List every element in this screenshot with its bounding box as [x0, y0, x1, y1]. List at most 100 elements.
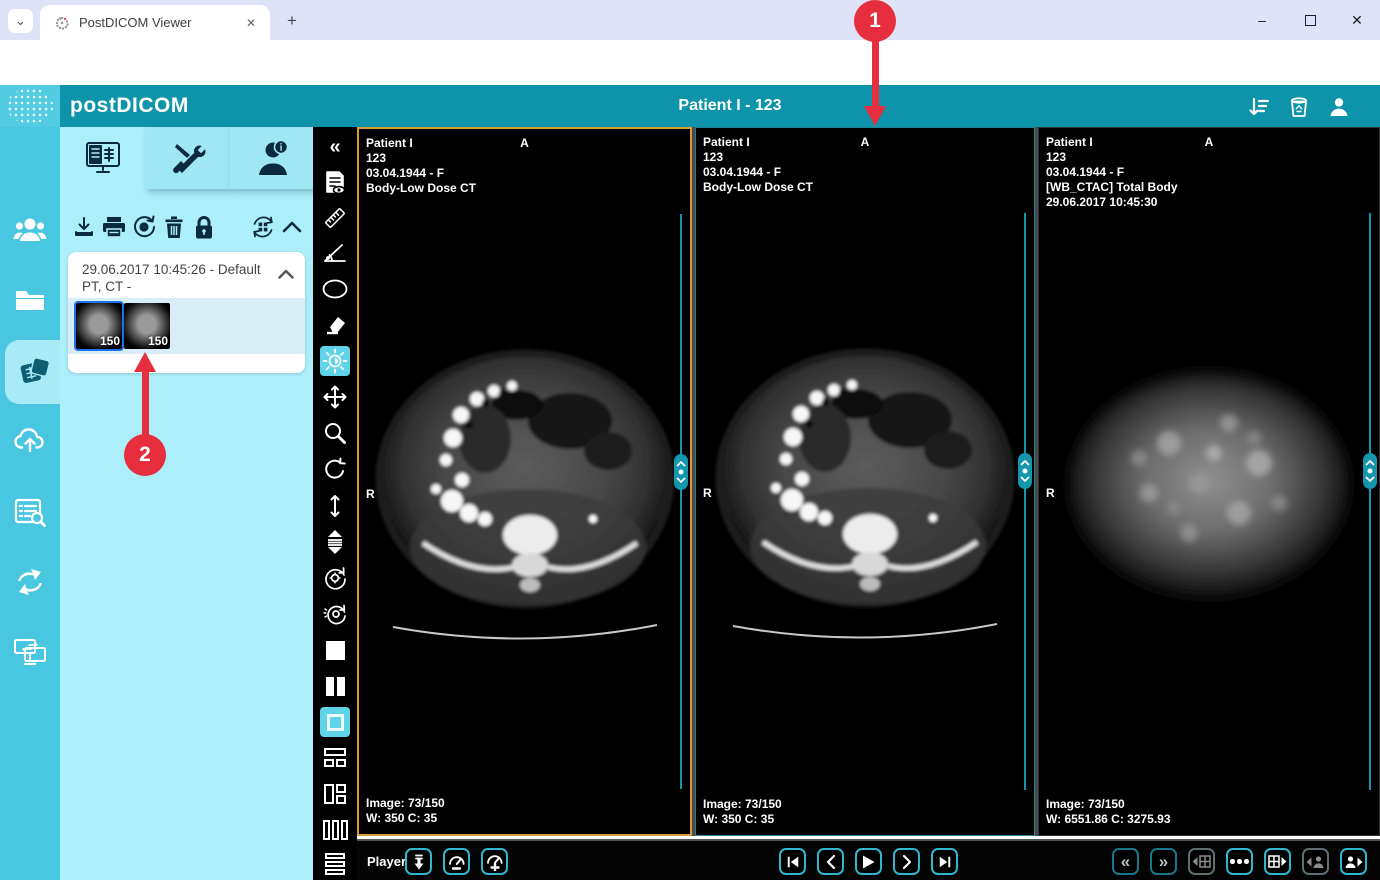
patients-icon	[13, 215, 47, 245]
nav-folders[interactable]	[0, 268, 60, 332]
layout-rows-icon	[325, 861, 345, 867]
svg-text:i: i	[279, 143, 282, 154]
brightness-icon	[322, 348, 348, 374]
thumbnail-image-count: 150	[148, 334, 168, 348]
zoom-tool-button[interactable]	[320, 418, 350, 448]
layout-1x1-button[interactable]	[320, 635, 350, 665]
fast-next-button[interactable]: »	[1150, 848, 1177, 875]
speed-decrease-button[interactable]	[443, 848, 470, 875]
layout-3cols-button[interactable]	[320, 815, 350, 845]
annotation-arrow-2-shaft	[142, 370, 149, 436]
reset-view-button[interactable]	[320, 563, 350, 593]
more-options-button[interactable]	[1226, 848, 1253, 875]
image-scrollbar-track[interactable]	[1369, 213, 1371, 790]
speed-minus-icon	[447, 853, 466, 871]
folder-icon	[14, 286, 46, 314]
layout-current-button-active[interactable]	[320, 707, 350, 737]
annotation-arrow-2-head	[134, 352, 156, 372]
reset-all-button[interactable]	[320, 599, 350, 629]
chevron-up-icon	[278, 269, 294, 279]
patient-birth-sex: 03.04.1944 - F	[703, 165, 813, 180]
nav-share[interactable]	[0, 550, 60, 614]
person-right-icon	[1344, 854, 1363, 870]
tab-study-images[interactable]	[60, 127, 145, 189]
annotation-arrow-1-shaft	[872, 40, 879, 108]
next-image-button[interactable]	[893, 848, 920, 875]
layout-1x2-button[interactable]	[320, 671, 350, 701]
nav-remote-view[interactable]	[0, 620, 60, 684]
ellipse-tool-button[interactable]	[320, 274, 350, 304]
image-scrollbar-track[interactable]	[1024, 213, 1026, 790]
series-title-line2: PT, CT -	[82, 278, 272, 295]
layout-2rows-button[interactable]	[320, 743, 350, 773]
pan-tool-button[interactable]	[320, 382, 350, 412]
image-scrollbar-handle[interactable]	[1018, 453, 1032, 489]
window-close-button[interactable]: ✕	[1342, 8, 1372, 32]
patient-id: 123	[1046, 150, 1178, 165]
tab-patient-info[interactable]: i	[230, 127, 315, 189]
layout-left-tall-icon	[324, 784, 334, 804]
trash-icon[interactable]	[1286, 94, 1312, 120]
image-scrollbar-handle[interactable]	[1363, 453, 1377, 489]
ellipsis-icon	[1244, 859, 1249, 864]
tab-search-chevron-button[interactable]: ⌄	[8, 9, 33, 33]
ct-axial-image	[705, 328, 1025, 658]
nav-images-active[interactable]	[5, 340, 60, 404]
play-button[interactable]	[855, 848, 882, 875]
download-button[interactable]	[70, 213, 98, 241]
tab-tools[interactable]	[145, 127, 230, 189]
collapse-toolbar-button[interactable]: «	[320, 132, 350, 162]
delete-button[interactable]	[160, 213, 188, 241]
sort-stack-button[interactable]	[320, 527, 350, 557]
speed-increase-button[interactable]	[481, 848, 508, 875]
rotate-tool-button[interactable]	[320, 454, 350, 484]
nav-upload[interactable]	[0, 408, 60, 472]
player-direction-button[interactable]	[405, 848, 432, 875]
nav-patients[interactable]	[0, 198, 60, 262]
patient-birth-sex: 03.04.1944 - F	[1046, 165, 1178, 180]
last-image-button[interactable]	[931, 848, 958, 875]
series-group-title: 29.06.2017 10:45:26 - Default PT, CT -	[82, 261, 272, 295]
reset-layout-button[interactable]	[249, 213, 277, 241]
double-chevron-left-icon: «	[1121, 853, 1130, 870]
previous-image-button[interactable]	[817, 848, 844, 875]
screen-share-icon	[13, 637, 47, 667]
next-patient-button[interactable]	[1340, 848, 1367, 875]
layout-rows-button[interactable]	[320, 849, 350, 879]
window-level: W: 6551.86 C: 3275.93	[1046, 812, 1171, 827]
browser-tab[interactable]: PostDICOM Viewer ✕	[40, 5, 270, 40]
report-view-button[interactable]	[320, 168, 350, 198]
eraser-tool-button[interactable]	[320, 310, 350, 340]
fast-previous-button[interactable]: «	[1112, 848, 1139, 875]
ct-axial-image	[365, 329, 685, 659]
nav-worklist[interactable]	[0, 480, 60, 544]
window-minimize-button[interactable]: –	[1247, 8, 1277, 32]
next-layout-button[interactable]	[1264, 848, 1291, 875]
window-level-button-active[interactable]	[320, 346, 350, 376]
account-icon[interactable]	[1326, 94, 1352, 120]
collapse-actions-button[interactable]	[278, 213, 306, 241]
print-button[interactable]	[100, 213, 128, 241]
ruler-tool-button[interactable]	[320, 203, 350, 233]
burn-cd-button[interactable]	[130, 213, 158, 241]
first-image-button[interactable]	[779, 848, 806, 875]
viewport-2[interactable]: Patient I 123 03.04.1944 - F Body-Low Do…	[695, 127, 1035, 836]
scroll-tool-button[interactable]	[320, 491, 350, 521]
series-group-card[interactable]: 29.06.2017 10:45:26 - Default PT, CT - 1…	[68, 252, 305, 373]
skip-first-icon	[784, 854, 802, 870]
series-collapse-button[interactable]	[276, 264, 296, 284]
series-thumbnail-1[interactable]: 150	[76, 303, 122, 349]
viewport-3[interactable]: Patient I 123 03.04.1944 - F [WB_CTAC] T…	[1038, 127, 1380, 836]
layout-left-tall-button[interactable]	[320, 779, 350, 809]
image-scrollbar-track[interactable]	[680, 214, 682, 789]
window-maximize-button[interactable]	[1295, 8, 1325, 32]
protect-button[interactable]	[190, 213, 218, 241]
angle-tool-button[interactable]	[320, 238, 350, 268]
viewport-1-active[interactable]: Patient I 123 03.04.1944 - F Body-Low Do…	[357, 127, 692, 836]
series-thumbnail-2[interactable]: 150	[124, 303, 170, 349]
sort-series-icon[interactable]	[1246, 94, 1272, 120]
tab-close-icon[interactable]: ✕	[242, 14, 260, 32]
app-logo-mark	[0, 85, 60, 127]
image-scrollbar-handle[interactable]	[674, 454, 688, 490]
new-tab-button[interactable]: +	[280, 9, 304, 33]
